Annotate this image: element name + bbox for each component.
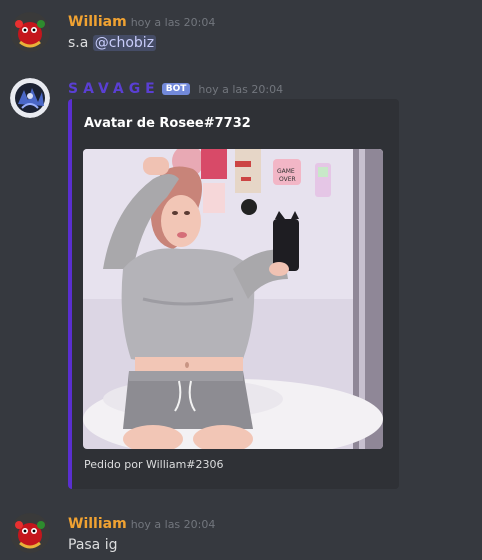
bot-badge: BOT [161, 83, 191, 95]
chat-message-list: William hoy a las 20:04 s.a @chobiz SAVAG… [0, 0, 482, 560]
author-name[interactable]: William [68, 516, 127, 532]
user-mention[interactable]: @chobiz [92, 35, 157, 51]
timestamp: hoy a las 20:04 [198, 83, 284, 96]
message-text: Pasa ig [68, 537, 118, 553]
message-content: Pasa ig [68, 537, 118, 553]
embed-avatar-image[interactable]: GAME OVER [83, 149, 383, 449]
svg-text:GAME: GAME [277, 168, 295, 175]
author-name[interactable]: William [68, 14, 127, 30]
embed: Avatar de Rosee#7732 GAME OVER Pedido po… [68, 99, 399, 489]
message-text: s.a [68, 35, 93, 51]
bot-name[interactable]: SAVAGE [68, 81, 160, 97]
avatar-william[interactable] [10, 12, 50, 52]
avatar-william[interactable] [10, 513, 50, 553]
embed-title: Avatar de Rosee#7732 [84, 116, 251, 131]
timestamp: hoy a las 20:04 [130, 518, 216, 531]
timestamp: hoy a las 20:04 [130, 16, 216, 29]
svg-text:OVER: OVER [279, 176, 296, 183]
message-content: s.a @chobiz [68, 35, 157, 51]
avatar-savage-bot[interactable] [10, 78, 50, 118]
embed-footer: Pedido por William#2306 [84, 458, 224, 471]
